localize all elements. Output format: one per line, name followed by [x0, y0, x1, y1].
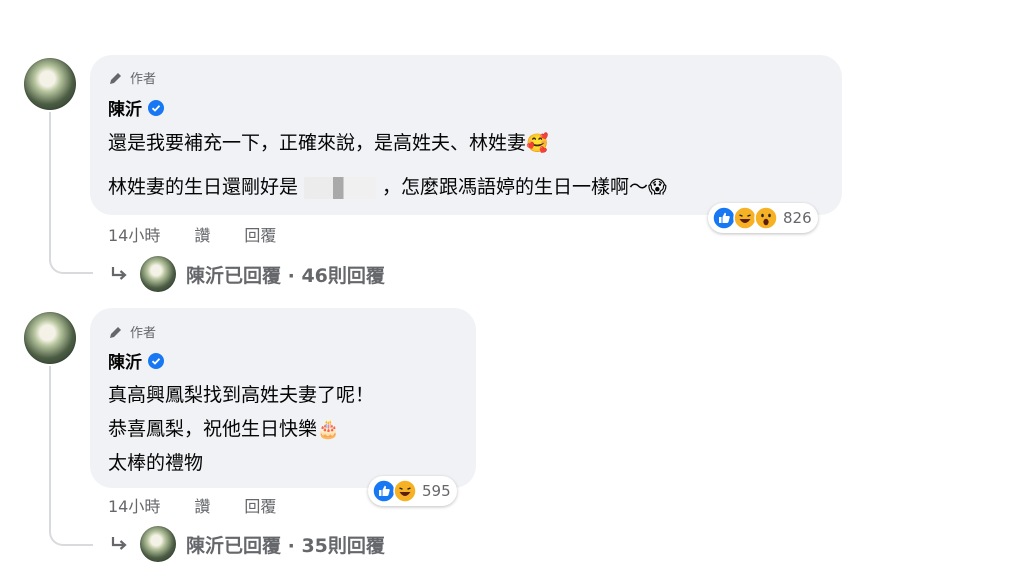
- reaction-count: 595: [422, 482, 451, 500]
- reply-link[interactable]: 回覆: [244, 222, 276, 246]
- comment-text-line: 林姓妻的生日還剛好是 ，怎麼跟馮語婷的生日一樣啊～😱: [108, 176, 667, 199]
- comment-actions: 14小時 讚 回覆: [108, 222, 276, 246]
- screaming-face-emoji-icon: 😱: [648, 177, 667, 198]
- reaction-summary[interactable]: 826: [708, 203, 818, 233]
- comment-text-line: 恭喜鳳梨，祝他生日快樂🎂: [108, 418, 340, 440]
- reaction-summary[interactable]: 595: [368, 476, 457, 506]
- author-badge-label: 作者: [130, 72, 157, 87]
- author-name[interactable]: 陳沂: [108, 348, 164, 373]
- haha-icon: [393, 479, 417, 503]
- smiling-hearts-emoji-icon: 🥰: [526, 133, 549, 154]
- comment-text-line: 真高興鳳梨找到高姓夫妻了呢！: [108, 384, 375, 406]
- reply-arrow-icon: [111, 267, 127, 280]
- author-name[interactable]: 陳沂: [108, 95, 164, 120]
- comment-text-line: 還是我要補充一下，正確來說，是高姓夫、林姓妻🥰: [108, 132, 549, 154]
- reply-link[interactable]: 回覆: [244, 493, 276, 517]
- comment-timestamp[interactable]: 14小時: [108, 493, 160, 517]
- like-link[interactable]: 讚: [194, 222, 210, 246]
- reply-arrow-icon: [111, 537, 127, 550]
- author-name-text: 陳沂: [108, 100, 142, 120]
- view-replies-button[interactable]: 陳沂已回覆 · 35則回覆: [108, 526, 385, 562]
- redacted-blur: [304, 176, 377, 199]
- pencil-icon: [110, 326, 121, 338]
- view-replies-button[interactable]: 陳沂已回覆 · 46則回覆: [108, 256, 385, 292]
- thread-connector: [49, 500, 93, 546]
- pencil-icon: [110, 72, 121, 84]
- verified-badge-icon: [148, 352, 164, 369]
- verified-badge-icon: [148, 99, 164, 116]
- like-link[interactable]: 讚: [194, 493, 210, 517]
- reply-avatar: [140, 256, 176, 292]
- author-badge: 作者: [108, 68, 156, 87]
- thread-connector: [49, 240, 93, 274]
- reaction-count: 826: [783, 209, 812, 227]
- avatar[interactable]: [24, 312, 76, 364]
- replies-summary: 陳沂已回覆 · 35則回覆: [186, 534, 385, 557]
- comment-actions: 14小時 讚 回覆: [108, 493, 276, 517]
- wow-icon: [754, 206, 778, 230]
- reply-avatar: [140, 526, 176, 562]
- author-name-text: 陳沂: [108, 353, 142, 373]
- comment-text-line: 太棒的禮物: [108, 452, 204, 474]
- birthday-cake-emoji-icon: 🎂: [317, 419, 340, 440]
- author-badge-label: 作者: [130, 326, 157, 341]
- comment-timestamp[interactable]: 14小時: [108, 222, 160, 246]
- thread-line: [49, 366, 51, 516]
- replies-summary: 陳沂已回覆 · 46則回覆: [186, 264, 385, 287]
- avatar[interactable]: [24, 58, 76, 110]
- author-badge: 作者: [108, 322, 156, 341]
